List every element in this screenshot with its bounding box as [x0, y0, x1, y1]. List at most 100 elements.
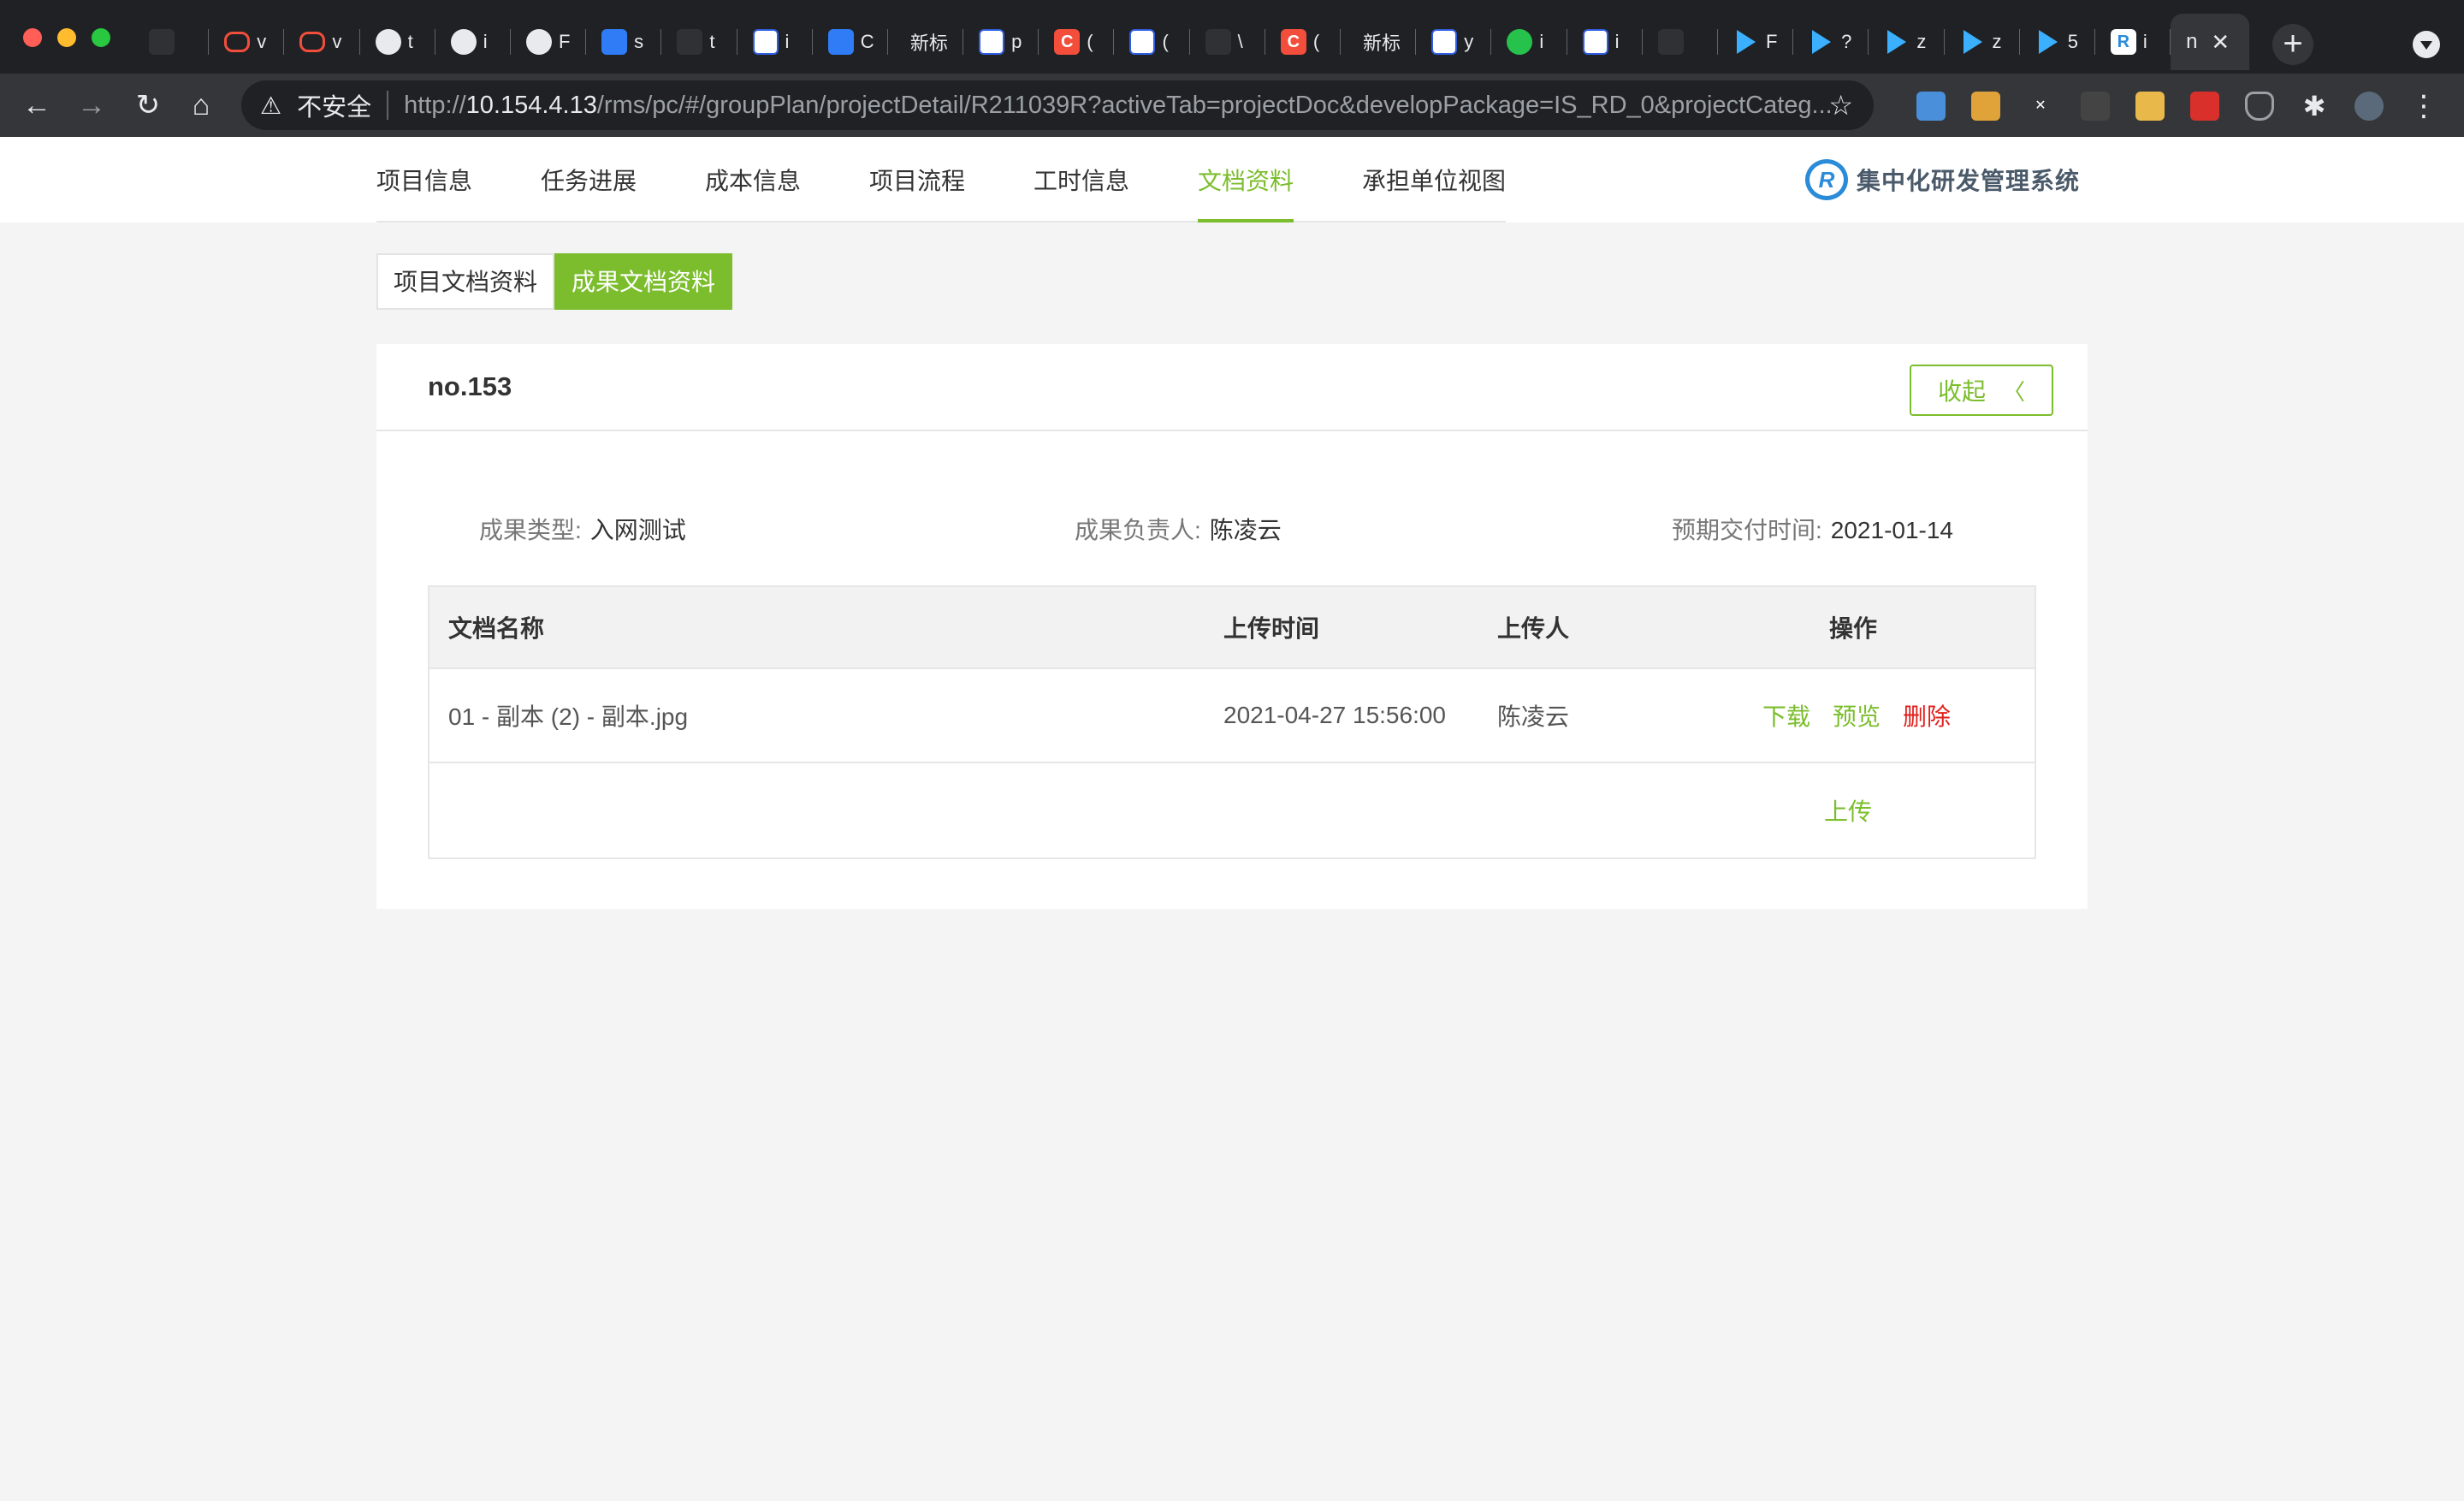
result-type-label: 成果类型: [479, 517, 582, 543]
browser-tabs: v v t i Fs t i C 新标 p C((\ C(新标 y i i F? z z 5 Ri n ✕ [133, 14, 2250, 70]
header-uploader: 上传人 [1497, 615, 1570, 642]
browser-tab-title: v [257, 31, 267, 52]
browser-tab[interactable]: v [284, 14, 360, 70]
result-type-value: 入网测试 [589, 517, 686, 543]
browser-tab-active[interactable]: n ✕ [2171, 14, 2250, 70]
browser-tab[interactable]: s [586, 14, 662, 70]
subtab-project-docs[interactable]: 项目文档资料 [376, 253, 555, 310]
robot-icon [299, 32, 326, 52]
browser-tab[interactable]: \ [1190, 14, 1265, 70]
extension-archive-icon[interactable] [1971, 92, 2000, 121]
browser-tab[interactable]: ( [1114, 14, 1190, 70]
extension-shield-icon[interactable] [2245, 92, 2274, 121]
meta-due-date: 预期交付时间: 2021-01-14 [1672, 512, 1953, 546]
browser-tab[interactable]: i [435, 14, 511, 70]
browser-tab-title: F [558, 31, 571, 52]
browser-tab[interactable]: F [1718, 14, 1794, 70]
tab-task-progress[interactable]: 任务进展 [541, 163, 637, 222]
browser-tab[interactable] [1643, 14, 1718, 70]
page-content: 项目信息 任务进展 成本信息 项目流程 工时信息 文档资料 承担单位视图 R 集… [0, 137, 2464, 1501]
minimize-window-icon[interactable] [57, 28, 76, 47]
browser-tab[interactable]: p [963, 14, 1040, 70]
delete-link[interactable]: 删除 [1903, 698, 1951, 733]
preview-link[interactable]: 预览 [1833, 698, 1881, 733]
maximize-window-icon[interactable] [92, 28, 110, 47]
browser-tab[interactable]: 5 [2020, 14, 2095, 70]
browser-tab[interactable]: C( [1265, 14, 1341, 70]
baidu-icon [1129, 29, 1156, 55]
browser-tab[interactable]: C( [1039, 14, 1115, 70]
warning-icon[interactable]: ⚠ [260, 92, 281, 120]
brand-name: 集中化研发管理系统 [1857, 168, 2081, 194]
browser-tab-title: ( [1312, 31, 1320, 52]
collapse-button[interactable]: 收起 〈 [1910, 365, 2053, 416]
browser-tab[interactable]: i [1567, 14, 1643, 70]
upload-row: 上传 [429, 763, 2035, 857]
reload-icon[interactable]: ↻ [128, 86, 168, 125]
browser-tab-title: v [332, 31, 342, 52]
browser-tab[interactable]: 新标 [1341, 14, 1417, 70]
browser-tab[interactable]: Ri [2095, 14, 2171, 70]
extension-badge-icon[interactable] [2190, 92, 2219, 121]
tab-search-icon[interactable] [2413, 31, 2440, 58]
subtab-result-docs[interactable]: 成果文档资料 [554, 253, 733, 310]
cube-icon [601, 29, 628, 55]
meta-result-type: 成果类型: 入网测试 [479, 512, 686, 546]
table-header-row: 文档名称 上传时间 上传人 操作 [429, 587, 2035, 669]
header-doc-name: 文档名称 [448, 615, 545, 642]
browser-tab[interactable]: ? [1793, 14, 1869, 70]
browser-tab[interactable]: F [511, 14, 587, 70]
extensions-puzzle-icon[interactable]: ✱ [2300, 92, 2329, 121]
extension-dark-icon[interactable] [2081, 92, 2110, 121]
browser-tab[interactable]: z [1869, 14, 1945, 70]
extension-s-icon[interactable] [1916, 92, 1946, 121]
meta-result-owner: 成果负责人: 陈凌云 [1075, 512, 1282, 546]
insecure-label[interactable]: 不安全 [297, 87, 371, 123]
browser-tab[interactable]: t [360, 14, 435, 70]
bookmark-star-icon[interactable]: ☆ [1828, 89, 1853, 122]
upload-link[interactable]: 上传 [1824, 763, 1872, 857]
close-window-icon[interactable] [23, 28, 42, 47]
collapse-label: 收起 [1937, 378, 1986, 405]
address-bar[interactable]: ⚠ 不安全 http://10.154.4.13/rms/pc/#/groupP… [241, 80, 1874, 130]
back-icon[interactable]: ← [17, 86, 56, 125]
documents-table: 文档名称 上传时间 上传人 操作 01 - 副本 (2) - 副本.jpg 20… [428, 585, 2036, 859]
browser-tab[interactable]: v [209, 14, 285, 70]
browser-tab[interactable]: i [1491, 14, 1567, 70]
card-header: no.153 收起 〈 [376, 344, 2088, 431]
profile-avatar[interactable] [2354, 92, 2384, 121]
url-scheme: http:// [404, 91, 466, 119]
csdn-icon: C [1054, 29, 1081, 55]
browser-menu-icon[interactable]: ⋮ [2409, 89, 2438, 123]
new-tab-button[interactable]: + [2272, 24, 2313, 65]
home-icon[interactable]: ⌂ [181, 86, 221, 125]
close-tab-icon[interactable]: ✕ [2211, 29, 2230, 56]
card-title: no.153 [428, 371, 512, 401]
browser-tab[interactable]: t [661, 14, 737, 70]
browser-tab[interactable]: i [737, 14, 813, 70]
browser-tab-title: F [1765, 31, 1778, 52]
tab-project-flow[interactable]: 项目流程 [869, 163, 965, 222]
extension-download-icon[interactable] [2135, 92, 2165, 121]
browser-tab[interactable]: 新标 [888, 14, 964, 70]
tab-cost-info[interactable]: 成本信息 [705, 163, 801, 222]
browser-tab-title: n [2186, 30, 2198, 53]
browser-tab[interactable]: C [813, 14, 888, 70]
tab-unit-view[interactable]: 承担单位视图 [1362, 163, 1506, 222]
header-upload-time: 上传时间 [1223, 615, 1320, 642]
extension-close-icon[interactable]: ✕ [2026, 92, 2055, 121]
tab-project-info[interactable]: 项目信息 [376, 163, 472, 222]
extensions-bar: ✕ ✱ ⋮ [1916, 89, 2438, 123]
tab-documents[interactable]: 文档资料 [1198, 163, 1294, 222]
browser-tab[interactable]: y [1416, 14, 1492, 70]
forward-icon[interactable]: → [72, 86, 111, 125]
top-nav: 项目信息 任务进展 成本信息 项目流程 工时信息 文档资料 承担单位视图 R 集… [0, 137, 2464, 222]
browser-tab[interactable] [133, 14, 210, 70]
tab-hours-info[interactable]: 工时信息 [1034, 163, 1129, 222]
address-separator [387, 91, 389, 120]
browser-tab-title: 新标 [909, 33, 948, 54]
download-link[interactable]: 下载 [1762, 698, 1810, 733]
browser-tab-strip: v v t i Fs t i C 新标 p C((\ C(新标 y i i F? z z 5 Ri n ✕ + [0, 0, 2464, 74]
brand-logo-icon: R [1805, 159, 1848, 200]
browser-tab[interactable]: z [1945, 14, 2020, 70]
